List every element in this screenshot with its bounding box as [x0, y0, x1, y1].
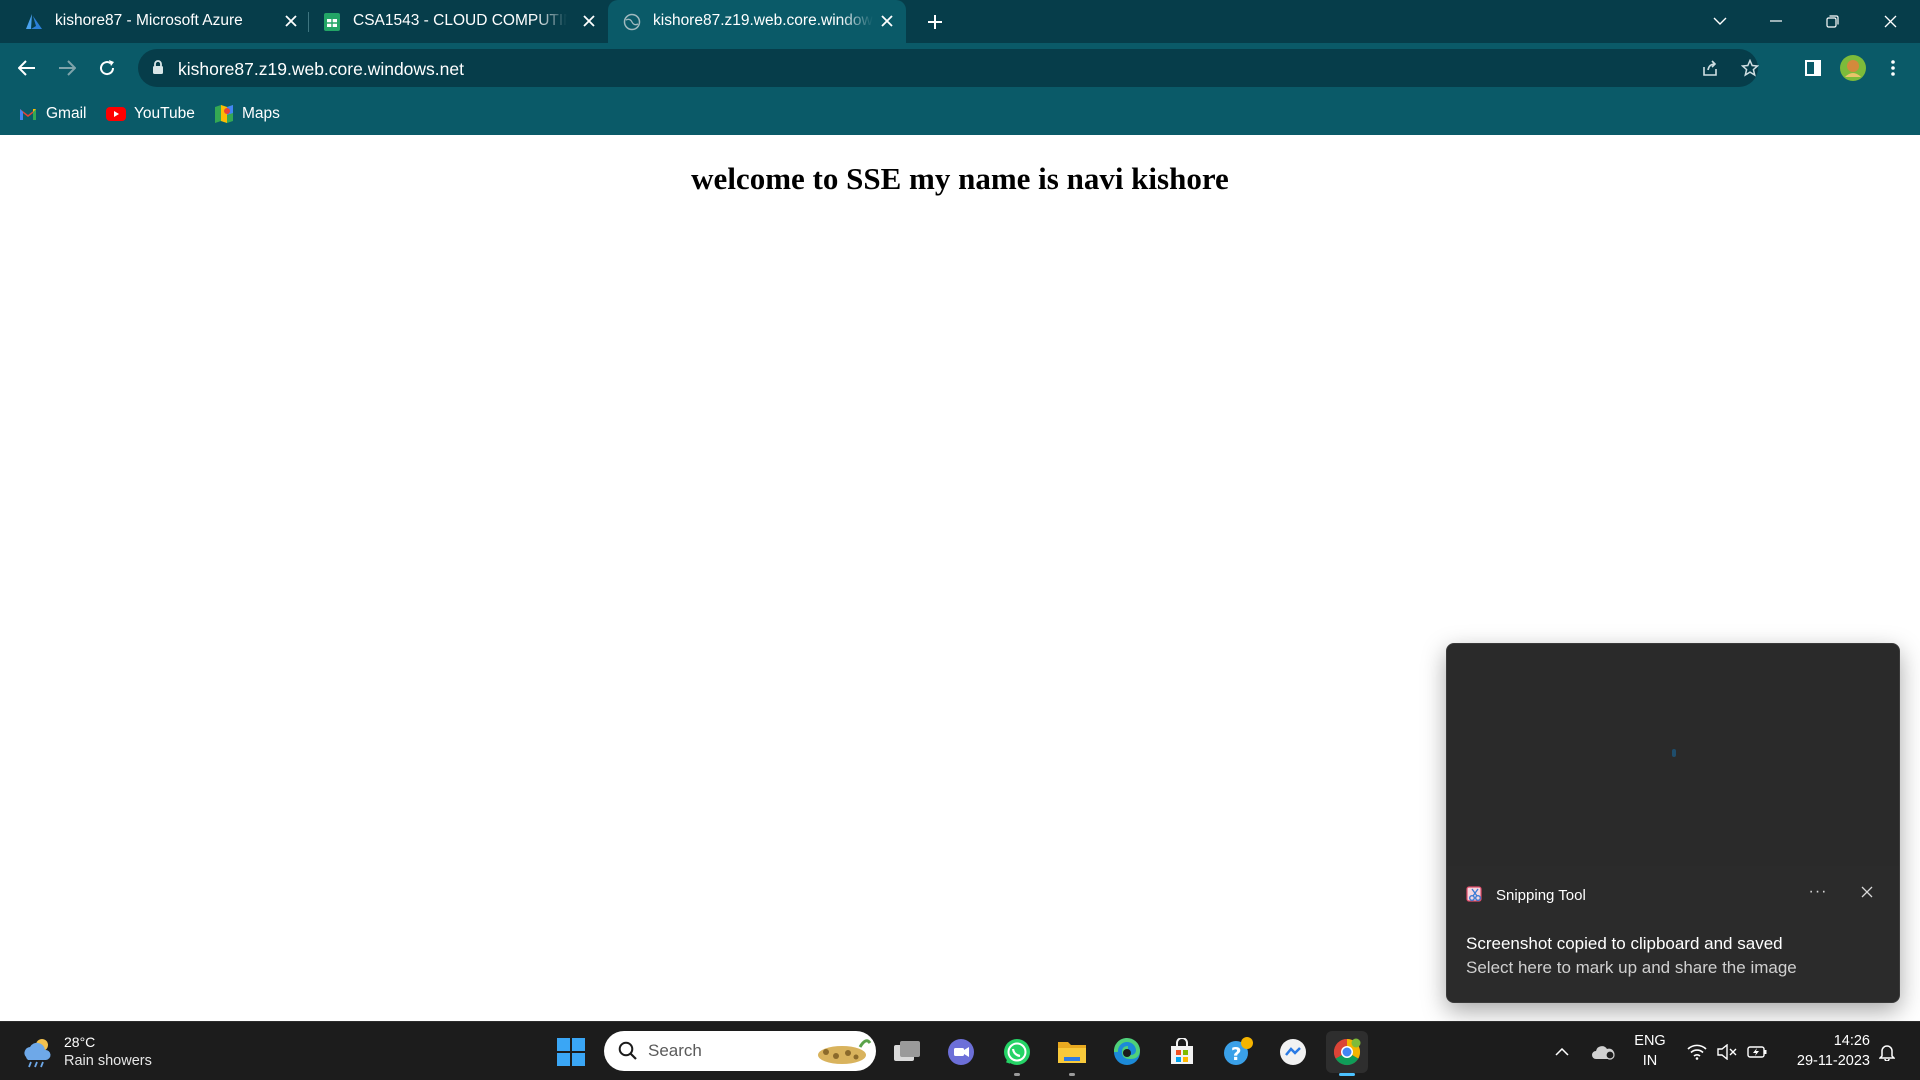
start-button[interactable]	[550, 1031, 592, 1073]
tab-separator	[308, 12, 309, 32]
youtube-icon	[106, 105, 126, 123]
wifi-icon[interactable]	[1684, 1022, 1710, 1080]
profile-avatar[interactable]	[1836, 53, 1870, 83]
messenger-icon	[1280, 1039, 1306, 1065]
bookmark-label: Maps	[242, 105, 280, 122]
bookmark-maps[interactable]: Maps	[214, 103, 280, 125]
folder-icon	[1058, 1042, 1086, 1063]
tab-title: kishore87 - Microsoft Azure	[55, 12, 243, 29]
whatsapp-icon	[1004, 1039, 1030, 1065]
chrome-icon	[1333, 1038, 1361, 1066]
microsoft-store-button[interactable]	[1161, 1031, 1203, 1073]
clock-time: 14:26	[1833, 1033, 1870, 1049]
tab-cloud-computing[interactable]: CSA1543 - CLOUD COMPUTING	[310, 0, 606, 43]
svg-text:?: ?	[1231, 1044, 1241, 1065]
preview-marker	[1672, 749, 1676, 757]
bookmark-label: Gmail	[46, 105, 87, 122]
edge-icon	[1113, 1037, 1141, 1065]
reload-button[interactable]	[90, 53, 124, 83]
address-bar[interactable]: kishore87.z19.web.core.windows.net	[138, 49, 1759, 87]
notification-app-name: Snipping Tool	[1496, 886, 1586, 904]
side-panel-icon[interactable]	[1796, 53, 1830, 83]
search-placeholder: Search	[648, 1041, 702, 1060]
get-help-button[interactable]: ?	[1217, 1031, 1259, 1073]
running-indicator	[1014, 1073, 1020, 1076]
share-icon[interactable]	[1698, 57, 1722, 79]
active-indicator	[1339, 1073, 1355, 1076]
task-view-icon	[894, 1041, 920, 1061]
close-tab-icon[interactable]	[578, 10, 600, 32]
notification-body: Select here to mark up and share the ima…	[1466, 958, 1797, 977]
search-icon	[618, 1041, 638, 1066]
edge-button[interactable]	[1106, 1031, 1148, 1073]
close-window-button[interactable]	[1868, 6, 1912, 36]
lock-icon[interactable]	[152, 60, 164, 80]
input-language[interactable]: ENG IN	[1630, 1031, 1670, 1071]
search-highlight-illustration	[818, 1039, 872, 1064]
clock-date: 29-11-2023	[1796, 1053, 1870, 1069]
back-button[interactable]	[10, 53, 44, 83]
screenshot-preview[interactable]	[1447, 644, 1899, 866]
notification-app-row: Snipping Tool	[1466, 886, 1586, 904]
clock[interactable]: 14:26 29-11-2023	[1780, 1031, 1870, 1071]
close-notification-icon[interactable]	[1855, 880, 1879, 904]
show-hidden-icons-chevron[interactable]	[1550, 1022, 1574, 1080]
more-options-button[interactable]: ···	[1803, 882, 1833, 902]
bookmark-gmail[interactable]: Gmail	[18, 103, 86, 125]
restore-button[interactable]	[1810, 6, 1854, 36]
task-view-button[interactable]	[886, 1031, 928, 1073]
weather-temperature: 28°C	[64, 1034, 96, 1050]
battery-icon[interactable]	[1744, 1022, 1770, 1080]
chrome-menu-icon[interactable]	[1876, 53, 1910, 83]
tab-microsoft-azure[interactable]: kishore87 - Microsoft Azure	[10, 0, 308, 43]
onedrive-icon[interactable]	[1588, 1022, 1618, 1080]
bookmark-youtube[interactable]: YouTube	[106, 103, 195, 125]
maps-icon	[214, 105, 234, 123]
tab-title: kishore87.z19.web.core.windows	[653, 12, 873, 29]
notification-title: Screenshot copied to clipboard and saved	[1466, 934, 1783, 953]
language-code: ENG	[1634, 1033, 1666, 1049]
google-sheets-icon	[322, 12, 342, 32]
weather-widget[interactable]: 28°C Rain showers	[20, 1032, 152, 1072]
notification-bell-icon[interactable]	[1872, 1022, 1902, 1080]
file-explorer-button[interactable]	[1051, 1031, 1093, 1076]
page-heading: welcome to SSE my name is navi kishore	[691, 161, 1229, 196]
new-tab-button[interactable]	[920, 7, 950, 37]
messenger-button[interactable]	[1272, 1031, 1314, 1073]
help-icon: ?	[1224, 1037, 1253, 1065]
windows-taskbar: 28°C Rain showers Search ? ENG IN 14:26 …	[0, 1021, 1920, 1080]
taskbar-search-box[interactable]: Search	[604, 1031, 876, 1071]
browser-toolbar: kishore87.z19.web.core.windows.net	[0, 43, 1920, 93]
volume-muted-icon[interactable]	[1714, 1022, 1740, 1080]
tab-title: CSA1543 - CLOUD COMPUTING	[353, 12, 567, 29]
teams-chat-button[interactable]	[940, 1031, 982, 1073]
store-icon	[1171, 1038, 1193, 1064]
close-tab-icon[interactable]	[876, 10, 898, 32]
snipping-tool-notification[interactable]: Snipping Tool ··· Screenshot copied to c…	[1446, 643, 1900, 1003]
url-text[interactable]: kishore87.z19.web.core.windows.net	[178, 59, 464, 80]
running-indicator	[1069, 1073, 1075, 1076]
tab-kishore87-site[interactable]: kishore87.z19.web.core.windows	[608, 0, 906, 43]
azure-logo-icon	[24, 12, 44, 32]
teams-chat-icon	[948, 1039, 974, 1065]
bookmarks-bar: Gmail YouTube Maps	[0, 93, 1920, 135]
close-tab-icon[interactable]	[280, 10, 302, 32]
globe-icon	[622, 12, 642, 32]
rain-cloud-icon	[24, 1039, 51, 1068]
browser-tabstrip: kishore87 - Microsoft Azure CSA1543 - CL…	[0, 0, 1920, 43]
bookmark-star-icon[interactable]	[1738, 57, 1762, 79]
tab-search-chevron-icon[interactable]	[1698, 6, 1742, 36]
chrome-button[interactable]	[1326, 1031, 1368, 1076]
region-code: IN	[1642, 1053, 1658, 1069]
weather-condition: Rain showers	[64, 1053, 152, 1069]
snipping-tool-icon	[1466, 886, 1484, 904]
forward-button[interactable]	[50, 53, 84, 83]
bookmark-label: YouTube	[134, 105, 195, 122]
windows-logo-icon	[557, 1038, 585, 1066]
minimize-button[interactable]	[1754, 6, 1798, 36]
whatsapp-button[interactable]	[996, 1031, 1038, 1076]
gmail-icon	[18, 105, 38, 123]
